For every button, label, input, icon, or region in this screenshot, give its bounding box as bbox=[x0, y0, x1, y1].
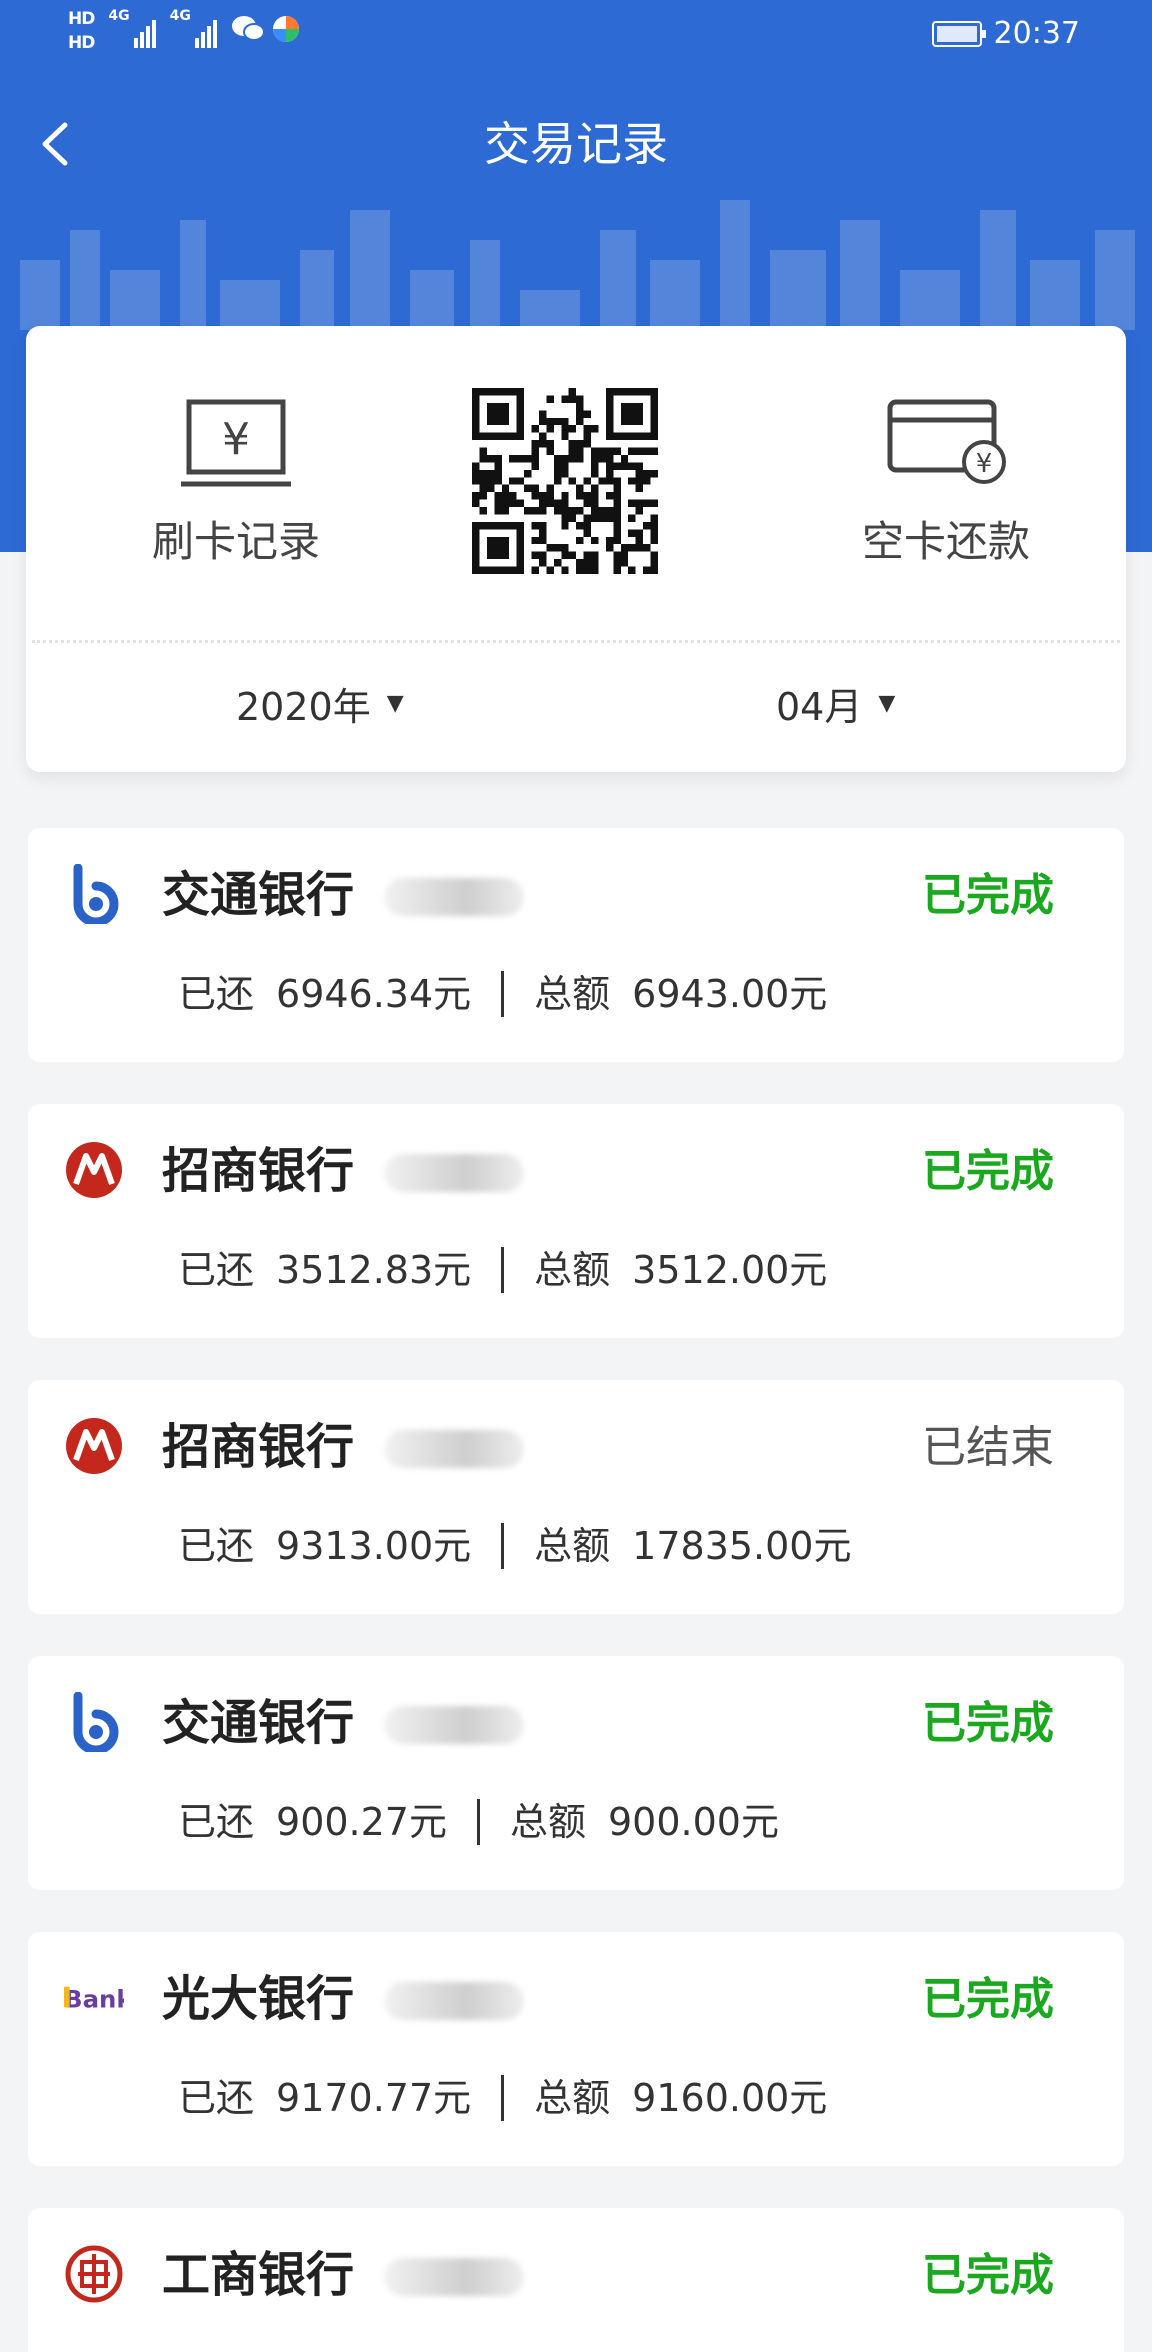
transaction-card[interactable]: 工商银行 已完成 bbox=[28, 2208, 1124, 2352]
repaid-label: 已还 bbox=[178, 2076, 255, 2120]
repaid-value: 3512.83元 bbox=[276, 1248, 472, 1292]
year-value: 2020年 bbox=[236, 685, 371, 729]
repaid-label: 已还 bbox=[178, 1524, 255, 1568]
swipe-record-label: 刷卡记录 bbox=[151, 517, 320, 566]
bank-name: 交通银行 bbox=[162, 1695, 355, 1751]
network-type-1: 4G bbox=[108, 8, 130, 24]
signal-1-icon: 4G bbox=[108, 8, 156, 48]
total-value: 6943.00元 bbox=[632, 972, 828, 1016]
svg-text:¥: ¥ bbox=[976, 449, 993, 479]
amount-row: 已还 9313.00元 总额 17835.00元 bbox=[178, 1520, 852, 1572]
transaction-card[interactable]: 招商银行 已结束 已还 9313.00元 总额 17835.00元 bbox=[28, 1380, 1124, 1614]
yuan-receipt-icon: ¥ bbox=[181, 399, 291, 487]
status-right: 20:37 bbox=[931, 16, 1080, 51]
repaid-value: 9313.00元 bbox=[276, 1524, 472, 1568]
status-badge: 已结束 bbox=[922, 1422, 1054, 1473]
total-label: 总额 bbox=[534, 2076, 611, 2120]
icbc-logo-icon bbox=[64, 2244, 124, 2304]
caret-down-icon: ▼ bbox=[386, 691, 404, 716]
total-label: 总额 bbox=[534, 972, 611, 1016]
status-badge: 已完成 bbox=[922, 1698, 1054, 1749]
total-value: 3512.00元 bbox=[632, 1248, 828, 1292]
total-value: 9160.00元 bbox=[632, 2076, 828, 2120]
masked-card-number bbox=[384, 1706, 524, 1744]
repaid-label: 已还 bbox=[178, 972, 255, 1016]
transaction-card[interactable]: 招商银行 已完成 已还 3512.83元 总额 3512.00元 bbox=[28, 1104, 1124, 1338]
status-bar: HD HD 4G 4G 20:37 bbox=[0, 0, 1152, 72]
amount-separator bbox=[501, 971, 505, 1017]
hd-badges: HD HD bbox=[68, 8, 95, 54]
amount-separator bbox=[501, 1523, 505, 1569]
caret-down-icon: ▼ bbox=[878, 691, 896, 716]
bank-name: 招商银行 bbox=[162, 1419, 355, 1475]
total-value: 17835.00元 bbox=[632, 1524, 852, 1568]
status-time: 20:37 bbox=[993, 16, 1080, 51]
amount-row: 已还 900.27元 总额 900.00元 bbox=[178, 1796, 779, 1848]
month-picker[interactable]: 04月 ▼ bbox=[776, 676, 895, 731]
bank-name: 招商银行 bbox=[162, 1143, 355, 1199]
masked-card-number bbox=[384, 2258, 524, 2296]
amount-separator bbox=[476, 1799, 480, 1845]
amount-row: 已还 3512.83元 总额 3512.00元 bbox=[178, 1244, 827, 1296]
repaid-value: 9170.77元 bbox=[276, 2076, 472, 2120]
bank-name: 工商银行 bbox=[162, 2247, 355, 2303]
total-label: 总额 bbox=[534, 1524, 611, 1568]
svg-text:¥: ¥ bbox=[222, 414, 250, 465]
transaction-card[interactable]: 交通银行 已完成 已还 6946.34元 总额 6943.00元 bbox=[28, 828, 1124, 1062]
bank-name: 光大银行 bbox=[162, 1971, 355, 2027]
status-badge: 已完成 bbox=[922, 2250, 1054, 2301]
swipe-record-button[interactable]: ¥ 刷卡记录 bbox=[121, 396, 351, 569]
everbright-logo-icon: Bank bbox=[64, 1968, 124, 2028]
app-notification-icon bbox=[272, 16, 299, 42]
cmb-logo-icon bbox=[64, 1416, 124, 1476]
card-repay-button[interactable]: ¥ 空卡还款 bbox=[826, 396, 1066, 569]
total-label: 总额 bbox=[509, 1800, 586, 1844]
battery-icon bbox=[931, 20, 986, 47]
amount-separator bbox=[501, 2075, 505, 2121]
bank-name: 交通银行 bbox=[162, 867, 355, 923]
amount-row: 已还 6946.34元 总额 6943.00元 bbox=[178, 968, 827, 1020]
year-picker[interactable]: 2020年 ▼ bbox=[236, 676, 404, 731]
qr-code-icon[interactable] bbox=[472, 388, 658, 574]
masked-card-number bbox=[384, 1154, 524, 1192]
skyline-decoration bbox=[20, 200, 1135, 330]
wechat-icon bbox=[231, 16, 265, 41]
masked-card-number bbox=[384, 1430, 524, 1468]
hd-badge-2: HD bbox=[68, 33, 95, 53]
status-left: HD HD 4G 4G bbox=[68, 8, 301, 54]
nav-bar: 交易记录 bbox=[0, 96, 1152, 192]
hd-badge-1: HD bbox=[68, 9, 95, 29]
repaid-label: 已还 bbox=[178, 1248, 255, 1292]
masked-card-number bbox=[384, 878, 524, 916]
repaid-value: 900.27元 bbox=[276, 1800, 447, 1844]
card-yuan-icon: ¥ bbox=[887, 399, 1006, 484]
status-badge: 已完成 bbox=[922, 1974, 1054, 2025]
repaid-label: 已还 bbox=[178, 1800, 255, 1844]
cmb-logo-icon bbox=[64, 1140, 124, 1200]
amount-row: 已还 9170.77元 总额 9160.00元 bbox=[178, 2072, 827, 2124]
page-title: 交易记录 bbox=[484, 117, 668, 171]
transaction-card[interactable]: 交通银行 已完成 已还 900.27元 总额 900.00元 bbox=[28, 1656, 1124, 1890]
bocom-logo-icon bbox=[64, 864, 124, 924]
everbright-logo-text: Bank bbox=[64, 1984, 124, 2013]
actions-card: ¥ 刷卡记录 ¥ 空卡还款 2020年 ▼ 04月 ▼ bbox=[26, 326, 1126, 772]
status-badge: 已完成 bbox=[922, 1146, 1054, 1197]
status-badge: 已完成 bbox=[922, 870, 1054, 921]
network-type-2: 4G bbox=[169, 8, 191, 24]
total-value: 900.00元 bbox=[608, 1800, 779, 1844]
month-value: 04月 bbox=[776, 685, 863, 729]
amount-separator bbox=[501, 1247, 505, 1293]
masked-card-number bbox=[384, 1982, 524, 2020]
repaid-value: 6946.34元 bbox=[276, 972, 472, 1016]
total-label: 总额 bbox=[534, 1248, 611, 1292]
dotted-divider bbox=[32, 640, 1120, 643]
transaction-card[interactable]: Bank 光大银行 已完成 已还 9170.77元 总额 9160.00元 bbox=[28, 1932, 1124, 2166]
card-repay-label: 空卡还款 bbox=[861, 517, 1030, 566]
signal-2-icon: 4G bbox=[170, 8, 217, 48]
bocom-logo-icon bbox=[64, 1692, 124, 1752]
